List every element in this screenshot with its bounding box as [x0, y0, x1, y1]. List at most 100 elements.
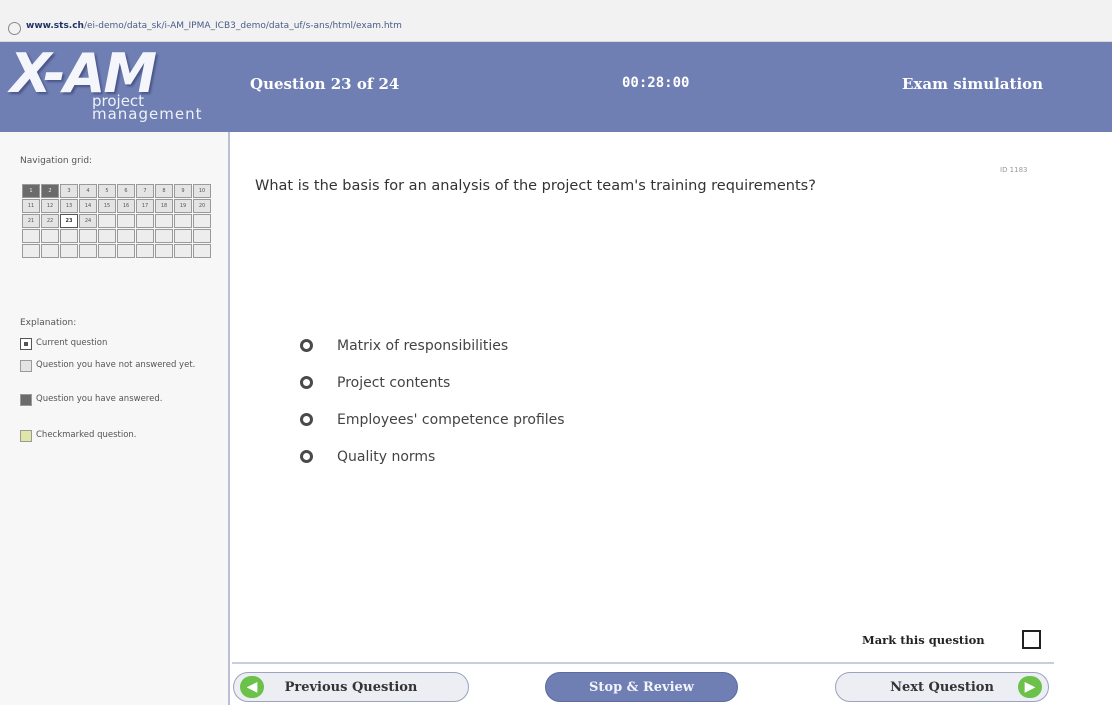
radio-button[interactable]: [300, 339, 313, 352]
legend-marked: Checkmarked question.: [20, 430, 210, 442]
url-path: /ei-demo/data_sk/i-AM_IPMA_ICB3_demo/dat…: [83, 21, 402, 31]
nav-grid-cell[interactable]: 15: [98, 199, 116, 213]
page-info-icon[interactable]: [8, 22, 21, 35]
nav-grid-cell[interactable]: 1: [22, 184, 40, 198]
nav-grid-cell[interactable]: 5: [98, 184, 116, 198]
legend-unanswered: Question you have not answered yet.: [20, 360, 210, 372]
stop-review-button[interactable]: Stop & Review: [545, 672, 738, 702]
next-question-button[interactable]: Next Question ▶: [835, 672, 1049, 702]
mark-question-checkbox[interactable]: [1022, 630, 1041, 649]
nav-grid-cell[interactable]: 2: [41, 184, 59, 198]
nav-grid-cell: [79, 244, 97, 258]
nav-grid-cell[interactable]: 20: [193, 199, 211, 213]
nav-grid-cell: [117, 229, 135, 243]
unanswered-question-swatch: [20, 360, 32, 372]
nav-grid-cell: [117, 214, 135, 228]
xam-logo: X-AM project management: [10, 44, 230, 130]
nav-grid-cell: [136, 229, 154, 243]
radio-button[interactable]: [300, 413, 313, 426]
nav-grid-cell: [155, 229, 173, 243]
nav-grid-cell: [22, 229, 40, 243]
nav-grid-cell[interactable]: 21: [22, 214, 40, 228]
nav-grid-cell: [174, 229, 192, 243]
nav-grid-cell: [136, 244, 154, 258]
mark-question-label[interactable]: Mark this question: [862, 633, 985, 647]
exam-mode-label: Exam simulation: [902, 75, 1044, 93]
question-counter: Question 23 of 24: [250, 75, 400, 93]
question-id: ID 1183: [1000, 166, 1028, 174]
nav-grid-cell: [98, 214, 116, 228]
nav-grid-cell[interactable]: 16: [117, 199, 135, 213]
nav-grid-cell[interactable]: 19: [174, 199, 192, 213]
nav-grid-cell: [22, 244, 40, 258]
nav-grid-cell[interactable]: 17: [136, 199, 154, 213]
nav-grid-cell: [193, 229, 211, 243]
nav-grid-cell: [98, 229, 116, 243]
arrow-left-icon: ◀: [240, 676, 264, 698]
url-text[interactable]: www.sts.ch/ei-demo/data_sk/i-AM_IPMA_ICB…: [26, 21, 402, 31]
question-text: What is the basis for an analysis of the…: [255, 178, 816, 194]
nav-grid-cell[interactable]: 10: [193, 184, 211, 198]
legend-marked-text: Checkmarked question.: [36, 430, 137, 440]
nav-grid-cell[interactable]: 8: [155, 184, 173, 198]
legend-answered-text: Question you have answered.: [36, 394, 163, 404]
answer-options: Matrix of responsibilities Project conte…: [300, 327, 565, 475]
radio-button[interactable]: [300, 450, 313, 463]
explanation-label: Explanation:: [20, 318, 77, 328]
nav-grid-cell[interactable]: 11: [22, 199, 40, 213]
answer-text[interactable]: Matrix of responsibilities: [337, 338, 508, 354]
browser-address-bar[interactable]: www.sts.ch/ei-demo/data_sk/i-AM_IPMA_ICB…: [0, 0, 1112, 42]
previous-question-label: Previous Question: [284, 679, 418, 695]
nav-grid-cell[interactable]: 23: [60, 214, 78, 228]
nav-grid-cell[interactable]: 13: [60, 199, 78, 213]
nav-grid-cell[interactable]: 14: [79, 199, 97, 213]
answer-text[interactable]: Project contents: [337, 375, 450, 391]
nav-grid-cell: [60, 229, 78, 243]
logo-subtitle-management: management: [92, 105, 203, 123]
navigation-grid-label: Navigation grid:: [20, 156, 93, 166]
legend-current: Current question: [20, 338, 210, 350]
nav-grid-cell: [41, 244, 59, 258]
nav-grid-cell[interactable]: 9: [174, 184, 192, 198]
answer-option[interactable]: Quality norms: [300, 438, 565, 475]
nav-grid-cell: [193, 244, 211, 258]
footer-divider: [232, 662, 1054, 664]
exam-timer: 00:28:00: [622, 75, 690, 91]
nav-grid-cell[interactable]: 18: [155, 199, 173, 213]
sidebar: Navigation grid: 1 2 3 4 5 6 7 8 9 10 11 12 13 14 15 16…: [0, 132, 230, 705]
nav-grid-cell[interactable]: 6: [117, 184, 135, 198]
answer-option[interactable]: Project contents: [300, 364, 565, 401]
nav-grid-cell: [155, 214, 173, 228]
nav-grid-cell: [41, 229, 59, 243]
nav-grid-cell: [136, 214, 154, 228]
nav-grid-cell[interactable]: 4: [79, 184, 97, 198]
nav-grid-cell: [174, 214, 192, 228]
marked-question-swatch: [20, 430, 32, 442]
nav-grid-cell[interactable]: 7: [136, 184, 154, 198]
nav-grid-cell[interactable]: 24: [79, 214, 97, 228]
answer-text[interactable]: Employees' competence profiles: [337, 412, 565, 428]
next-question-label: Next Question: [890, 679, 994, 695]
answer-option[interactable]: Matrix of responsibilities: [300, 327, 565, 364]
answered-question-swatch: [20, 394, 32, 406]
nav-grid-cell: [193, 214, 211, 228]
nav-grid-cell: [79, 229, 97, 243]
url-host: www.sts.ch: [26, 21, 84, 31]
answer-option[interactable]: Employees' competence profiles: [300, 401, 565, 438]
radio-button[interactable]: [300, 376, 313, 389]
navigation-grid: 1 2 3 4 5 6 7 8 9 10 11 12 13 14 15 16 17 18 19 20 21 22 23 24: [22, 184, 211, 258]
legend-current-text: Current question: [36, 338, 108, 348]
nav-grid-cell: [155, 244, 173, 258]
answer-text[interactable]: Quality norms: [337, 449, 435, 465]
stop-review-label: Stop & Review: [589, 679, 694, 695]
nav-grid-cell: [60, 244, 78, 258]
nav-grid-cell[interactable]: 22: [41, 214, 59, 228]
nav-grid-cell[interactable]: 3: [60, 184, 78, 198]
current-question-swatch: [20, 338, 32, 350]
legend-unanswered-text: Question you have not answered yet.: [36, 360, 196, 370]
nav-grid-cell: [117, 244, 135, 258]
previous-question-button[interactable]: ◀ Previous Question: [233, 672, 469, 702]
nav-grid-cell: [98, 244, 116, 258]
arrow-right-icon: ▶: [1018, 676, 1042, 698]
nav-grid-cell[interactable]: 12: [41, 199, 59, 213]
